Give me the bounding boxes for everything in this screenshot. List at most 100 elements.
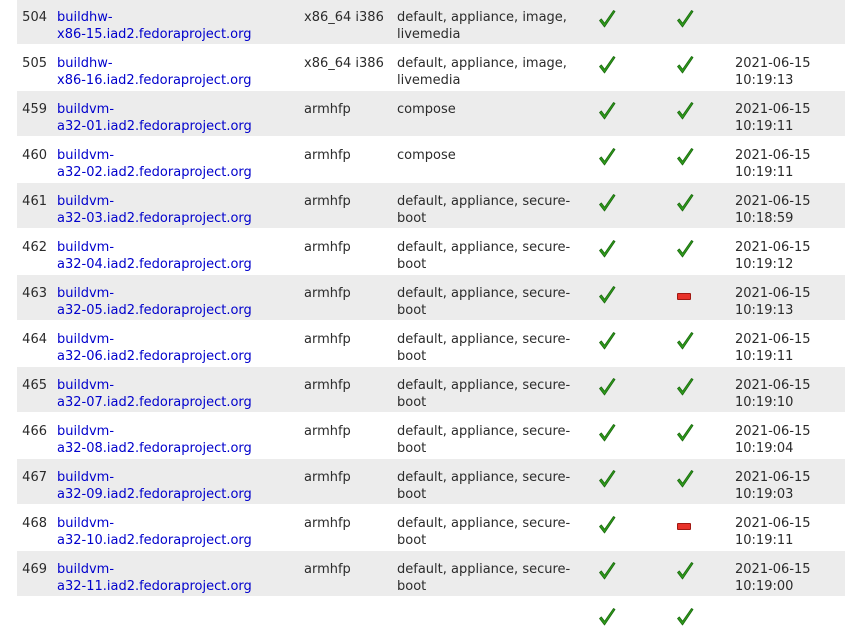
table-row: 459 buildvm- a32-01.iad2.fedoraproject.o… <box>17 91 845 137</box>
table-row: 505 buildhw- x86-16.iad2.fedoraproject.o… <box>17 45 845 91</box>
host-arches: armhfp <box>304 332 351 347</box>
host-channels: compose <box>397 102 456 117</box>
host-name-cell: buildvm- a32-06.iad2.fedoraproject.org <box>57 331 292 365</box>
ready-status <box>675 193 705 213</box>
host-arches: armhfp <box>304 424 351 439</box>
last-update: 2021-06-15 10:19:13 <box>735 56 811 88</box>
last-update: 2021-06-15 10:19:10 <box>735 378 811 410</box>
green-checkmark-icon <box>597 607 627 627</box>
host-name-link[interactable]: buildvm- a32-03.iad2.fedoraproject.org <box>57 194 252 226</box>
host-arches: armhfp <box>304 378 351 393</box>
table-row: 463 buildvm- a32-05.iad2.fedoraproject.o… <box>17 275 845 321</box>
host-name-link[interactable]: buildvm- a32-06.iad2.fedoraproject.org <box>57 332 252 364</box>
host-id: 465 <box>22 378 47 393</box>
host-channels: default, appliance, image, livemedia <box>397 10 567 42</box>
last-update: 2021-06-15 10:19:04 <box>735 424 811 456</box>
enabled-status <box>597 377 627 397</box>
green-checkmark-icon <box>597 55 627 75</box>
host-name-cell: buildvm- a32-08.iad2.fedoraproject.org <box>57 423 292 457</box>
host-name-link[interactable]: buildvm- a32-08.iad2.fedoraproject.org <box>57 424 252 456</box>
host-arches: armhfp <box>304 148 351 163</box>
hosts-table: 504 buildhw- x86-15.iad2.fedoraproject.o… <box>17 0 845 643</box>
host-arches: armhfp <box>304 562 351 577</box>
host-channels: default, appliance, image, livemedia <box>397 56 567 88</box>
host-channels: default, appliance, secure- boot <box>397 470 571 502</box>
ready-status <box>675 561 705 581</box>
host-name-link[interactable]: buildvm- a32-10.iad2.fedoraproject.org <box>57 516 252 548</box>
green-checkmark-icon <box>675 423 705 443</box>
host-name-link[interactable]: buildvm- a32-01.iad2.fedoraproject.org <box>57 102 252 134</box>
ready-status <box>675 147 705 167</box>
host-name-cell: buildvm- a32-01.iad2.fedoraproject.org <box>57 101 292 135</box>
ready-status <box>675 55 705 75</box>
host-arches: armhfp <box>304 516 351 531</box>
ready-status <box>675 101 705 121</box>
ready-status <box>675 515 705 530</box>
host-id: 504 <box>22 10 47 25</box>
host-name-link[interactable]: buildvm- a32-07.iad2.fedoraproject.org <box>57 378 252 410</box>
enabled-status <box>597 423 627 443</box>
enabled-status <box>597 193 627 213</box>
enabled-status <box>597 239 627 259</box>
green-checkmark-icon <box>597 515 627 535</box>
ready-status <box>675 607 705 627</box>
last-update: 2021-06-15 10:19:11 <box>735 102 811 134</box>
host-name-link[interactable]: buildvm- a32-05.iad2.fedoraproject.org <box>57 286 252 318</box>
green-checkmark-icon <box>597 101 627 121</box>
green-checkmark-icon <box>675 469 705 489</box>
green-checkmark-icon <box>597 561 627 581</box>
table-row <box>17 597 845 643</box>
ready-status <box>675 377 705 397</box>
host-arches: armhfp <box>304 102 351 117</box>
green-checkmark-icon <box>597 469 627 489</box>
host-channels: default, appliance, secure- boot <box>397 194 571 226</box>
enabled-status <box>597 331 627 351</box>
host-id: 468 <box>22 516 47 531</box>
enabled-status <box>597 515 627 535</box>
host-name-cell: buildvm- a32-07.iad2.fedoraproject.org <box>57 377 292 411</box>
last-update: 2021-06-15 10:18:59 <box>735 194 811 226</box>
ready-status <box>675 285 705 300</box>
red-minus-icon <box>677 523 691 530</box>
green-checkmark-icon <box>597 9 627 29</box>
last-update: 2021-06-15 10:19:11 <box>735 148 811 180</box>
host-channels: default, appliance, secure- boot <box>397 378 571 410</box>
host-name-link[interactable]: buildhw- x86-15.iad2.fedoraproject.org <box>57 10 252 42</box>
host-name-link[interactable]: buildvm- a32-11.iad2.fedoraproject.org <box>57 562 252 594</box>
enabled-status <box>597 561 627 581</box>
green-checkmark-icon <box>675 147 705 167</box>
green-checkmark-icon <box>597 377 627 397</box>
green-checkmark-icon <box>597 331 627 351</box>
host-name-cell: buildvm- a32-05.iad2.fedoraproject.org <box>57 285 292 319</box>
green-checkmark-icon <box>675 561 705 581</box>
table-row: 465 buildvm- a32-07.iad2.fedoraproject.o… <box>17 367 845 413</box>
host-id: 466 <box>22 424 47 439</box>
table-row: 462 buildvm- a32-04.iad2.fedoraproject.o… <box>17 229 845 275</box>
enabled-status <box>597 55 627 75</box>
enabled-status <box>597 469 627 489</box>
green-checkmark-icon <box>597 147 627 167</box>
host-id: 461 <box>22 194 47 209</box>
host-name-link[interactable]: buildvm- a32-09.iad2.fedoraproject.org <box>57 470 252 502</box>
green-checkmark-icon <box>675 239 705 259</box>
host-id: 463 <box>22 286 47 301</box>
host-name-cell: buildvm- a32-09.iad2.fedoraproject.org <box>57 469 292 503</box>
host-arches: armhfp <box>304 470 351 485</box>
host-name-link[interactable]: buildhw- x86-16.iad2.fedoraproject.org <box>57 56 252 88</box>
host-name-cell: buildvm- a32-10.iad2.fedoraproject.org <box>57 515 292 549</box>
host-arches: armhfp <box>304 194 351 209</box>
ready-status <box>675 331 705 351</box>
table-row: 467 buildvm- a32-09.iad2.fedoraproject.o… <box>17 459 845 505</box>
host-channels: default, appliance, secure- boot <box>397 286 571 318</box>
green-checkmark-icon <box>675 607 705 627</box>
last-update: 2021-06-15 10:19:11 <box>735 332 811 364</box>
green-checkmark-icon <box>675 193 705 213</box>
host-arches: x86_64 i386 <box>304 56 384 71</box>
host-name-link[interactable]: buildvm- a32-04.iad2.fedoraproject.org <box>57 240 252 272</box>
green-checkmark-icon <box>675 9 705 29</box>
enabled-status <box>597 285 627 305</box>
host-name-link[interactable]: buildvm- a32-02.iad2.fedoraproject.org <box>57 148 252 180</box>
enabled-status <box>597 9 627 29</box>
host-arches: armhfp <box>304 240 351 255</box>
last-update: 2021-06-15 10:19:03 <box>735 470 811 502</box>
